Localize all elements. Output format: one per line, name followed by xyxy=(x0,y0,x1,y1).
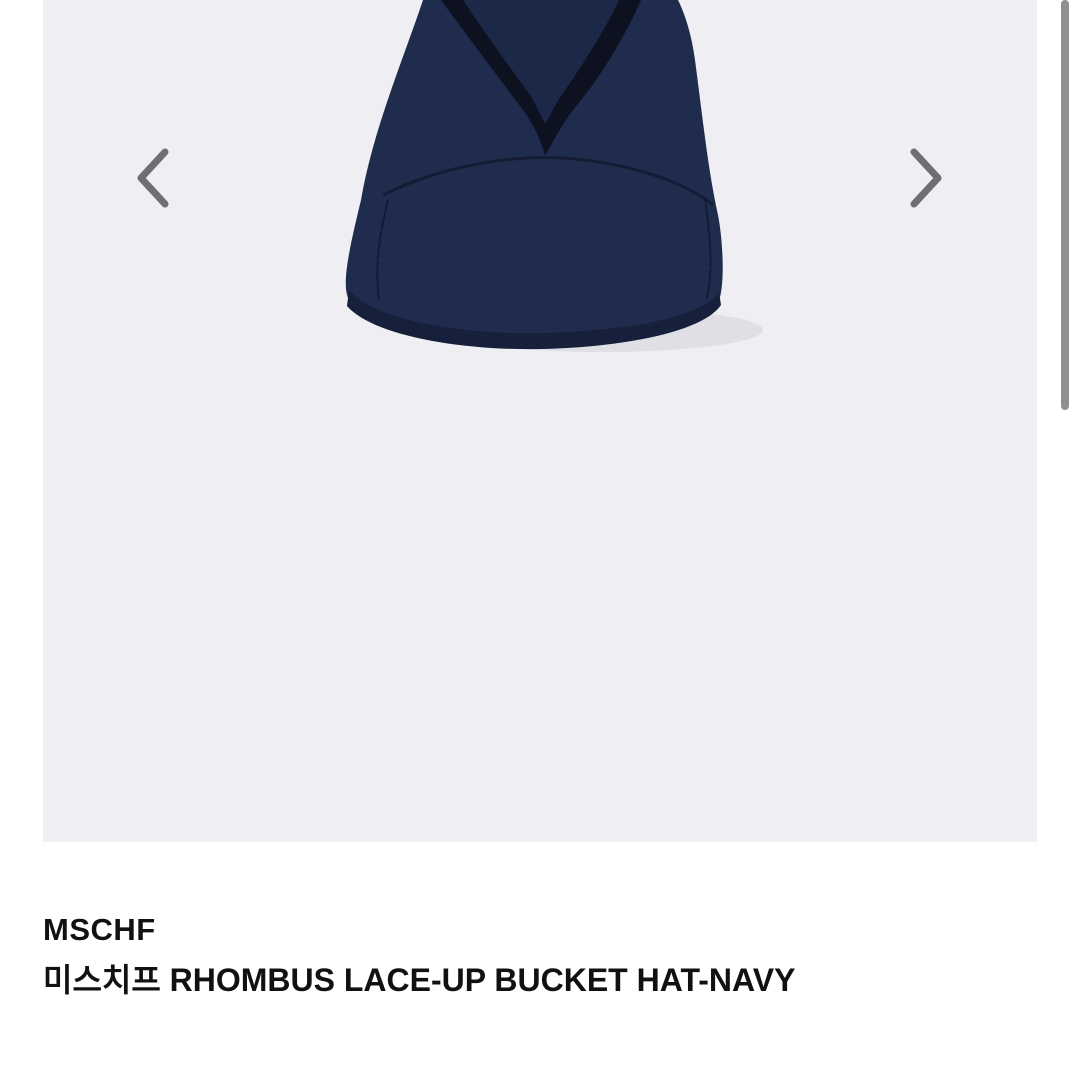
product-page: MSCHF 미스치프 RHOMBUS LACE-UP BUCKET HAT-NA… xyxy=(0,0,1080,1080)
product-image-gallery[interactable] xyxy=(43,0,1037,842)
product-info: MSCHF 미스치프 RHOMBUS LACE-UP BUCKET HAT-NA… xyxy=(43,910,1037,1004)
next-image-button[interactable] xyxy=(896,140,956,216)
chevron-right-icon xyxy=(910,148,942,208)
chevron-left-icon xyxy=(137,148,169,208)
previous-image-button[interactable] xyxy=(123,140,183,216)
product-title: 미스치프 RHOMBUS LACE-UP BUCKET HAT-NAVY xyxy=(43,962,796,998)
product-brand[interactable]: MSCHF xyxy=(43,910,1037,950)
page-scrollbar[interactable] xyxy=(1061,0,1069,410)
product-image-bucket-hat xyxy=(345,0,763,352)
